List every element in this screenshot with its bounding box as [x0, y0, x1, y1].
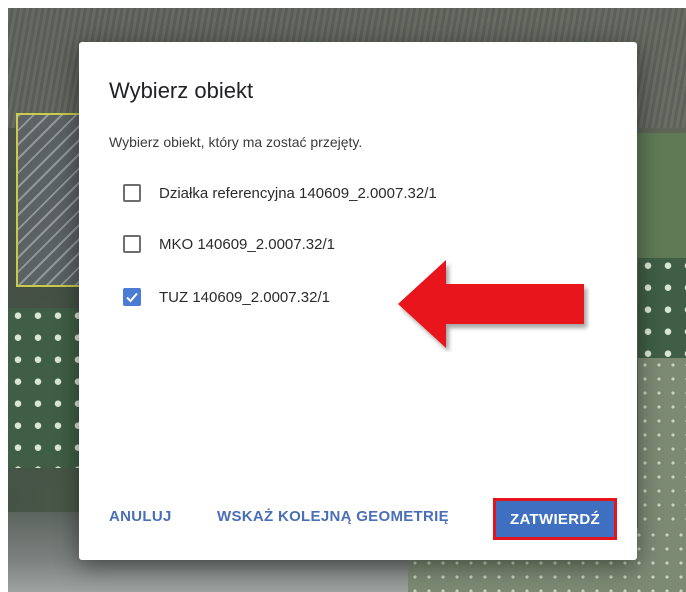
option-mko[interactable]: MKO 140609_2.0007.32/1 — [123, 235, 335, 253]
map-orchard-right — [638, 258, 686, 358]
checkbox[interactable] — [123, 184, 141, 202]
checkmark-icon — [126, 292, 138, 303]
red-arrow-left-icon — [398, 260, 584, 348]
checkbox[interactable] — [123, 235, 141, 253]
dialog-subtitle: Wybierz obiekt, który ma zostać przejęty… — [109, 134, 363, 150]
map-orchard-left — [8, 308, 88, 468]
next-geometry-button[interactable]: WSKAŻ KOLEJNĄ GEOMETRIĘ — [217, 508, 449, 525]
option-dzialka-referencyjna[interactable]: Działka referencyjna 140609_2.0007.32/1 — [123, 184, 437, 202]
dialog-actions: ANULUJ WSKAŻ KOLEJNĄ GEOMETRIĘ ZATWIERDŹ — [79, 498, 637, 540]
option-tuz[interactable]: TUZ 140609_2.0007.32/1 — [123, 288, 330, 306]
option-label: Działka referencyjna 140609_2.0007.32/1 — [159, 184, 437, 202]
option-label: MKO 140609_2.0007.32/1 — [159, 235, 335, 253]
option-label: TUZ 140609_2.0007.32/1 — [159, 288, 330, 306]
checkbox-checked[interactable] — [123, 288, 141, 306]
dialog-title: Wybierz obiekt — [109, 78, 254, 103]
confirm-button[interactable]: ZATWIERDŹ — [493, 498, 617, 540]
cancel-button[interactable]: ANULUJ — [109, 508, 172, 525]
